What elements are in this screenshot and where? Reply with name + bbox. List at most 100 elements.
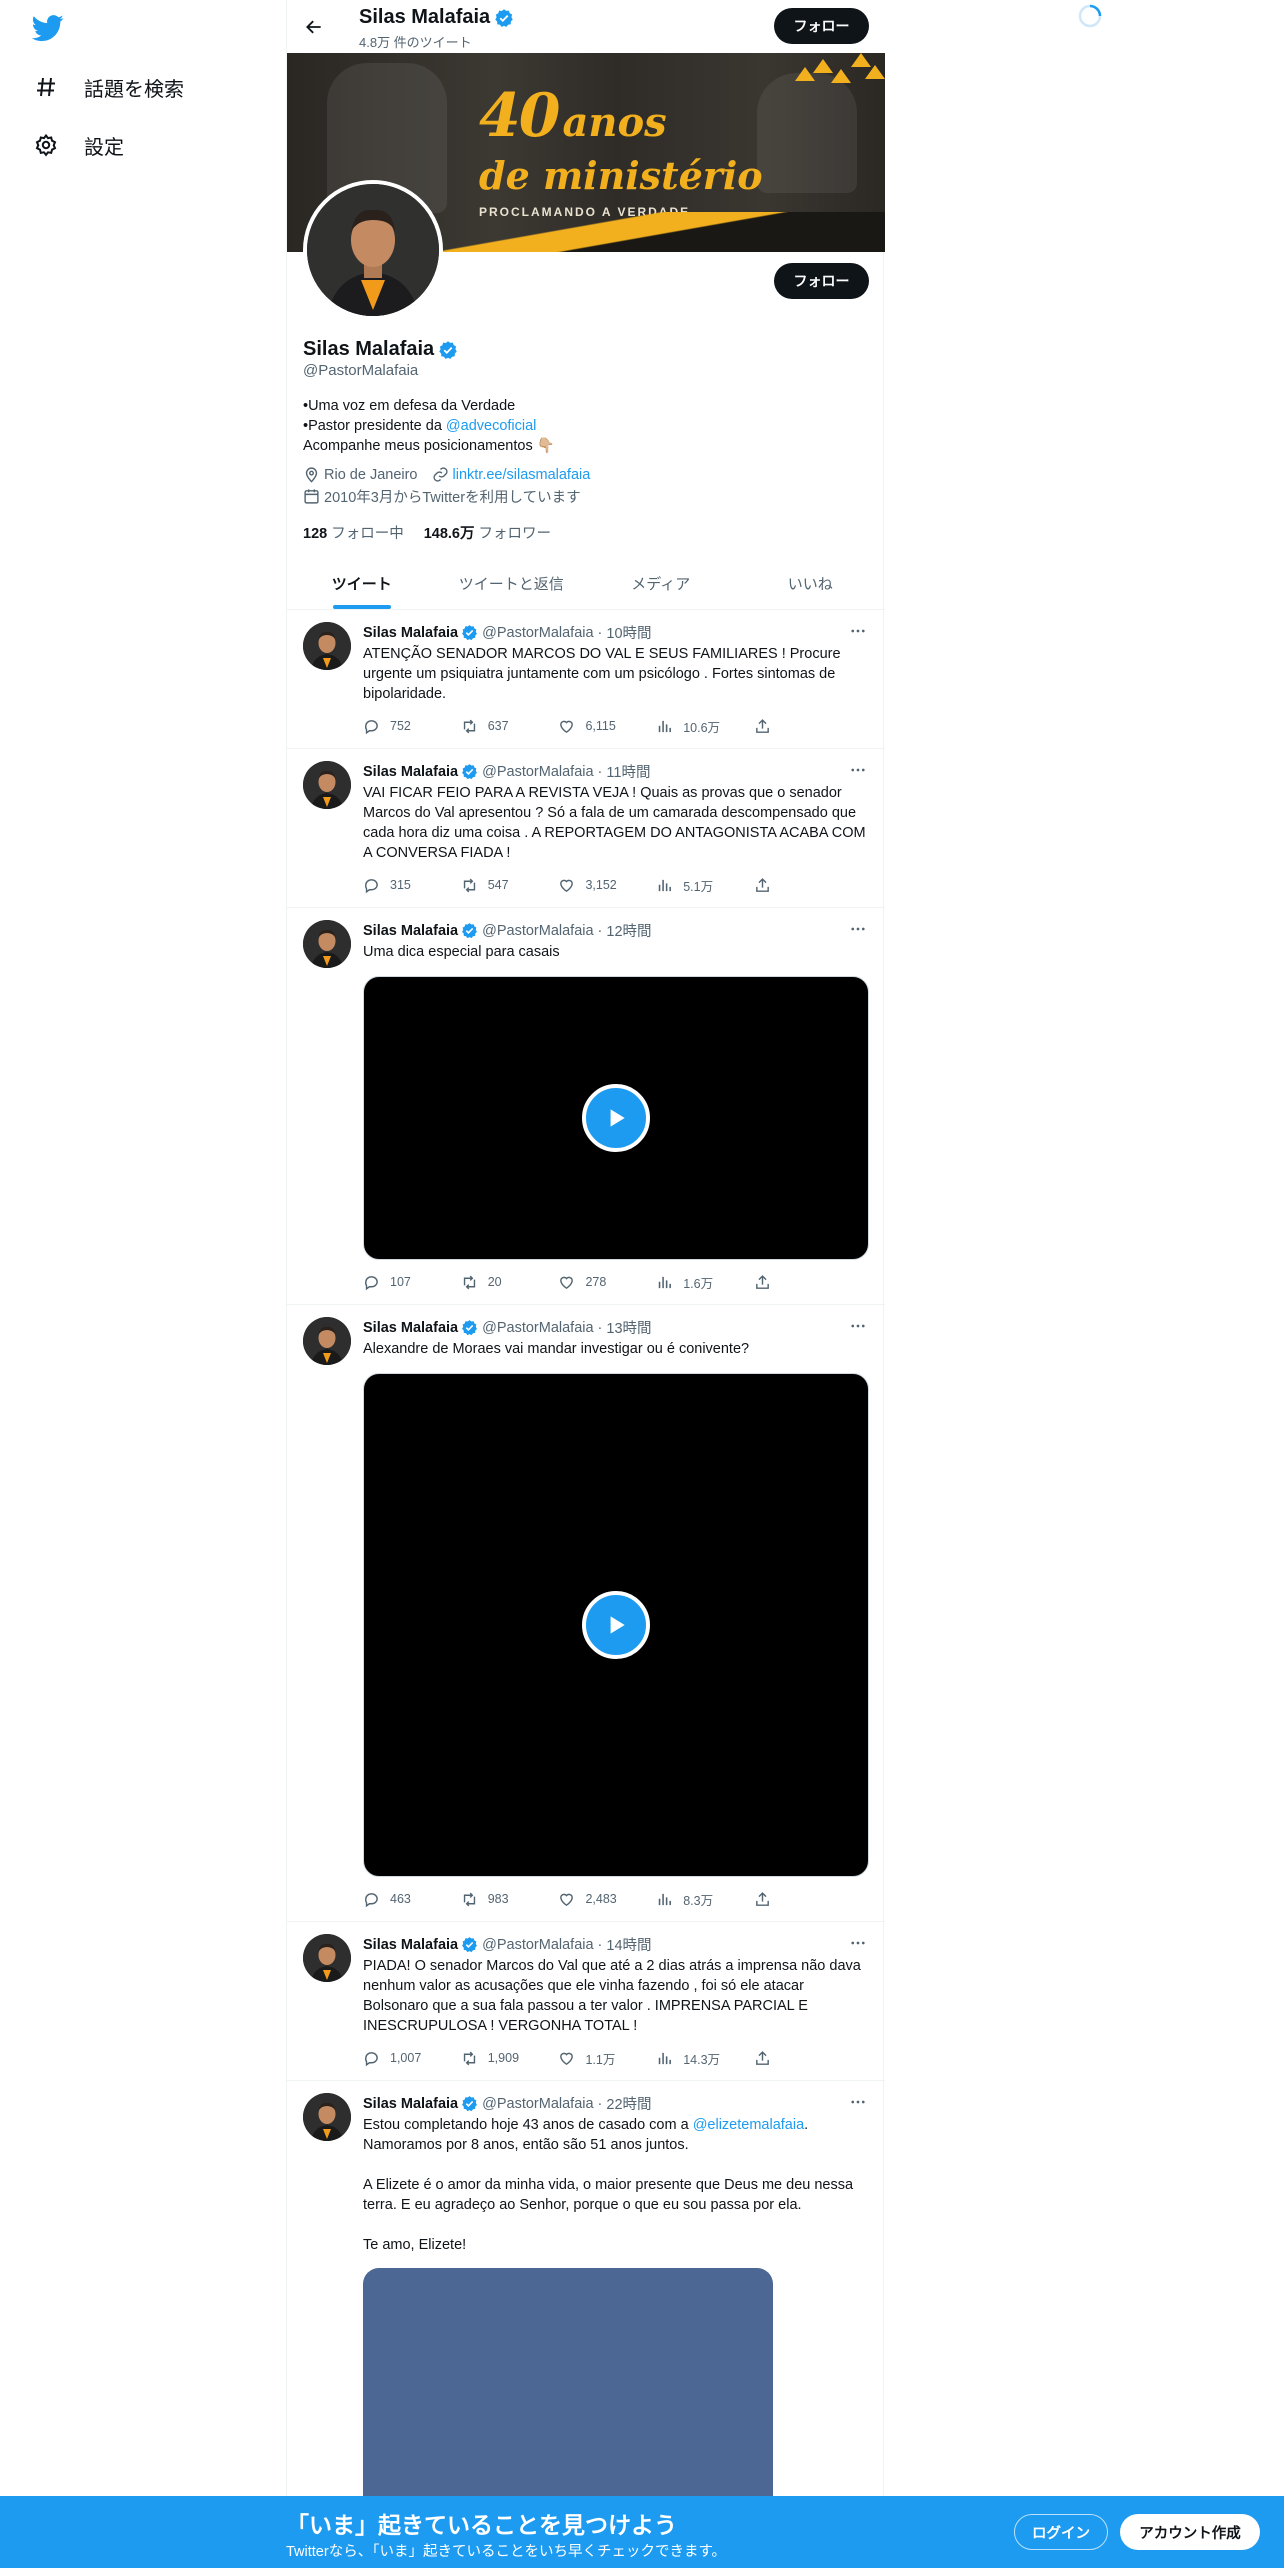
bio-mention-link[interactable]: @advecoficial bbox=[446, 418, 536, 434]
like-button[interactable]: 1.1万 bbox=[558, 2048, 656, 2068]
tweet-author-name[interactable]: Silas Malafaia bbox=[363, 1320, 458, 1336]
tab-likes[interactable]: いいね bbox=[736, 557, 886, 609]
reply-button[interactable]: 752 bbox=[363, 716, 461, 736]
like-button[interactable]: 2,483 bbox=[558, 1889, 656, 1909]
tweet-time[interactable]: 11時間 bbox=[606, 761, 650, 782]
profile-follow-button[interactable]: フォロー bbox=[774, 263, 869, 299]
tweet-text-part: Estou completando hoje 43 anos de casado… bbox=[363, 2117, 693, 2133]
bio-line-text: •Pastor presidente da bbox=[303, 418, 446, 434]
tweet-avatar[interactable] bbox=[303, 622, 351, 670]
retweet-icon bbox=[463, 1275, 475, 1289]
tweet-avatar[interactable] bbox=[303, 761, 351, 809]
verified-badge-icon bbox=[461, 763, 478, 780]
tweet-mention-link[interactable]: @elizetemalafaia bbox=[693, 2117, 804, 2133]
share-button[interactable] bbox=[754, 1889, 793, 1909]
verified-badge-icon bbox=[494, 8, 514, 28]
reply-button[interactable]: 463 bbox=[363, 1889, 461, 1909]
views-button[interactable]: 1.6万 bbox=[656, 1272, 754, 1292]
header-tweet-count: 4.8万 件のツイート bbox=[359, 35, 472, 50]
followers-count: 148.6万 bbox=[423, 526, 475, 542]
heart-icon bbox=[560, 720, 574, 733]
retweet-button[interactable]: 20 bbox=[461, 1272, 559, 1292]
retweet-button[interactable]: 547 bbox=[461, 875, 559, 895]
tweet-author-name[interactable]: Silas Malafaia bbox=[363, 2096, 458, 2112]
login-button[interactable]: ログイン bbox=[1014, 2514, 1108, 2550]
reply-button[interactable]: 107 bbox=[363, 1272, 461, 1292]
tweet-text: Estou completando hoje 43 anos de casado… bbox=[363, 2115, 869, 2255]
tweet-avatar[interactable] bbox=[303, 1317, 351, 1365]
verified-badge-icon bbox=[461, 1319, 478, 1336]
tweet[interactable]: Silas Malafaia @PastorMalafaia · 22時間 Es… bbox=[287, 2081, 885, 2568]
create-account-button[interactable]: アカウント作成 bbox=[1120, 2514, 1260, 2550]
retweet-button[interactable]: 983 bbox=[461, 1889, 559, 1909]
tweet-author-name[interactable]: Silas Malafaia bbox=[363, 764, 458, 780]
tweet-time[interactable]: 14時間 bbox=[606, 1934, 651, 1955]
tweet-time[interactable]: 10時間 bbox=[606, 622, 651, 643]
nav-item-explore[interactable]: 話題を検索 bbox=[32, 67, 184, 107]
tweet-author-handle[interactable]: @PastorMalafaia bbox=[482, 1320, 593, 1336]
views-button[interactable]: 5.1万 bbox=[656, 875, 754, 895]
twitter-logo-icon[interactable] bbox=[31, 12, 64, 44]
tweet[interactable]: Silas Malafaia @PastorMalafaia · 12時間 Um… bbox=[287, 908, 885, 1305]
tweet-header: Silas Malafaia @PastorMalafaia · 22時間 bbox=[363, 2093, 652, 2114]
tweet-time[interactable]: 22時間 bbox=[606, 2093, 651, 2114]
tweet[interactable]: Silas Malafaia @PastorMalafaia · 10時間 AT… bbox=[287, 610, 885, 749]
tweet-author-handle[interactable]: @PastorMalafaia bbox=[482, 625, 593, 641]
share-button[interactable] bbox=[754, 875, 793, 895]
view-count: 14.3万 bbox=[683, 2052, 721, 2067]
tweet-time[interactable]: 12時間 bbox=[606, 920, 651, 941]
bio-line: •Pastor presidente da @advecoficial bbox=[303, 416, 863, 436]
tweet[interactable]: Silas Malafaia @PastorMalafaia · 14時間 PI… bbox=[287, 1922, 885, 2081]
video-player[interactable] bbox=[363, 976, 869, 1260]
play-icon[interactable] bbox=[582, 1084, 650, 1152]
retweet-button[interactable]: 1,909 bbox=[461, 2048, 559, 2068]
tweet-author-name[interactable]: Silas Malafaia bbox=[363, 923, 458, 939]
tweet-time[interactable]: 13時間 bbox=[606, 1317, 651, 1338]
tweet-author-handle[interactable]: @PastorMalafaia bbox=[482, 764, 593, 780]
tweet-author-name[interactable]: Silas Malafaia bbox=[363, 625, 458, 641]
tweet-author-handle[interactable]: @PastorMalafaia bbox=[482, 1937, 593, 1953]
tab-media[interactable]: メディア bbox=[586, 557, 736, 609]
gear-icon bbox=[32, 131, 60, 159]
views-button[interactable]: 10.6万 bbox=[656, 716, 754, 736]
more-options-icon[interactable] bbox=[847, 918, 869, 940]
tweet-avatar[interactable] bbox=[303, 920, 351, 968]
tweet-avatar[interactable] bbox=[303, 2093, 351, 2141]
header-follow-button[interactable]: フォロー bbox=[774, 8, 869, 44]
share-button[interactable] bbox=[754, 716, 793, 736]
play-icon[interactable] bbox=[582, 1591, 650, 1659]
more-options-icon[interactable] bbox=[847, 2091, 869, 2113]
more-options-icon[interactable] bbox=[847, 759, 869, 781]
video-player[interactable] bbox=[363, 1373, 869, 1877]
views-button[interactable]: 14.3万 bbox=[656, 2048, 754, 2068]
more-options-icon[interactable] bbox=[847, 1932, 869, 1954]
share-button[interactable] bbox=[754, 1272, 793, 1292]
reply-button[interactable]: 1,007 bbox=[363, 2048, 461, 2068]
back-arrow-icon[interactable] bbox=[297, 10, 331, 44]
tweet-author-handle[interactable]: @PastorMalafaia bbox=[482, 923, 593, 939]
tweet[interactable]: Silas Malafaia @PastorMalafaia · 11時間 VA… bbox=[287, 749, 885, 908]
tweet-photo[interactable] bbox=[363, 2268, 773, 2518]
followers-label: フォロワー bbox=[478, 526, 552, 542]
like-button[interactable]: 278 bbox=[558, 1272, 656, 1292]
nav-item-settings[interactable]: 設定 bbox=[32, 125, 124, 165]
tweet[interactable]: Silas Malafaia @PastorMalafaia · 13時間 Al… bbox=[287, 1305, 885, 1922]
website-link[interactable]: linktr.ee/silasmalafaia bbox=[453, 467, 591, 483]
tab-tweets-and-replies[interactable]: ツイートと返信 bbox=[437, 557, 587, 609]
followers-stat[interactable]: 148.6万 フォロワー bbox=[424, 522, 551, 543]
tweet-author-name[interactable]: Silas Malafaia bbox=[363, 1937, 458, 1953]
more-options-icon[interactable] bbox=[847, 1315, 869, 1337]
following-stat[interactable]: 128 フォロー中 bbox=[303, 522, 404, 543]
tab-tweets[interactable]: ツイート bbox=[287, 557, 437, 609]
profile-avatar[interactable] bbox=[303, 180, 443, 320]
tweet-avatar[interactable] bbox=[303, 1934, 351, 1982]
left-nav: 話題を検索 設定 bbox=[0, 0, 286, 2568]
reply-button[interactable]: 315 bbox=[363, 875, 461, 895]
more-options-icon[interactable] bbox=[847, 620, 869, 642]
like-button[interactable]: 3,152 bbox=[558, 875, 656, 895]
tweet-author-handle[interactable]: @PastorMalafaia bbox=[482, 2096, 593, 2112]
views-button[interactable]: 8.3万 bbox=[656, 1889, 754, 1909]
share-button[interactable] bbox=[754, 2048, 793, 2068]
retweet-button[interactable]: 637 bbox=[461, 716, 559, 736]
like-button[interactable]: 6,115 bbox=[558, 716, 656, 736]
